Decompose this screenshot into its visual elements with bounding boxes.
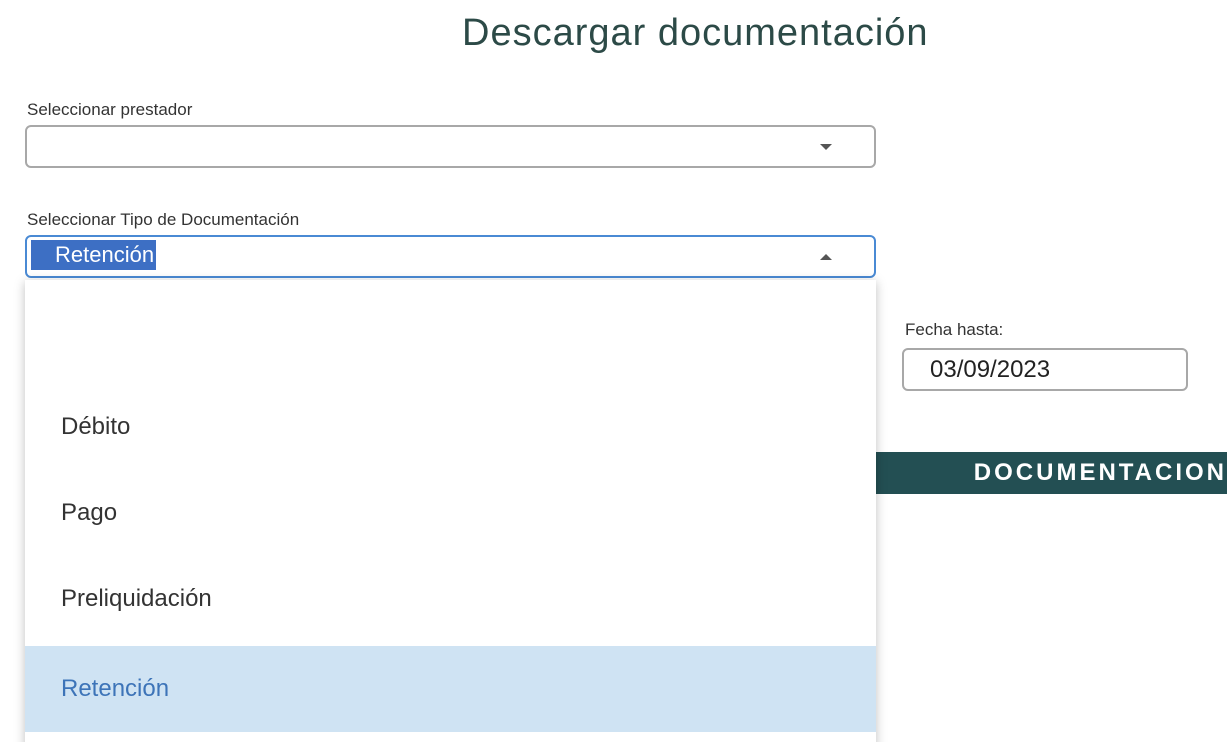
chevron-down-icon[interactable] [820,143,832,150]
chevron-up-icon[interactable] [820,253,832,260]
dropdown-option-retencion[interactable]: Retención [25,646,876,732]
dropdown-option-pago[interactable]: Pago [25,470,876,556]
tipo-documentacion-selected-value: Retención [31,240,157,270]
tipo-documentacion-select[interactable]: Retención [25,235,876,278]
download-button-label: DOCUMENTACION [973,459,1227,486]
fecha-hasta-label: Fecha hasta: [905,320,1004,339]
prestador-select[interactable] [25,125,876,168]
fecha-hasta-input[interactable]: 03/09/2023 [902,348,1188,391]
dropdown-option-preliquidacion[interactable]: Preliquidación [25,556,876,642]
download-documentation-page: Descargar documentación Seleccionar pres… [0,0,1227,742]
prestador-label: Seleccionar prestador [27,100,193,119]
page-title: Descargar documentación [462,12,929,54]
tipo-documentacion-label: Seleccionar Tipo de Documentación [27,210,300,229]
dropdown-option-empty[interactable] [25,290,876,376]
dropdown-option-debito[interactable]: Débito [25,384,876,470]
tipo-documentacion-dropdown-list: Débito Pago Preliquidación Retención [25,280,876,742]
